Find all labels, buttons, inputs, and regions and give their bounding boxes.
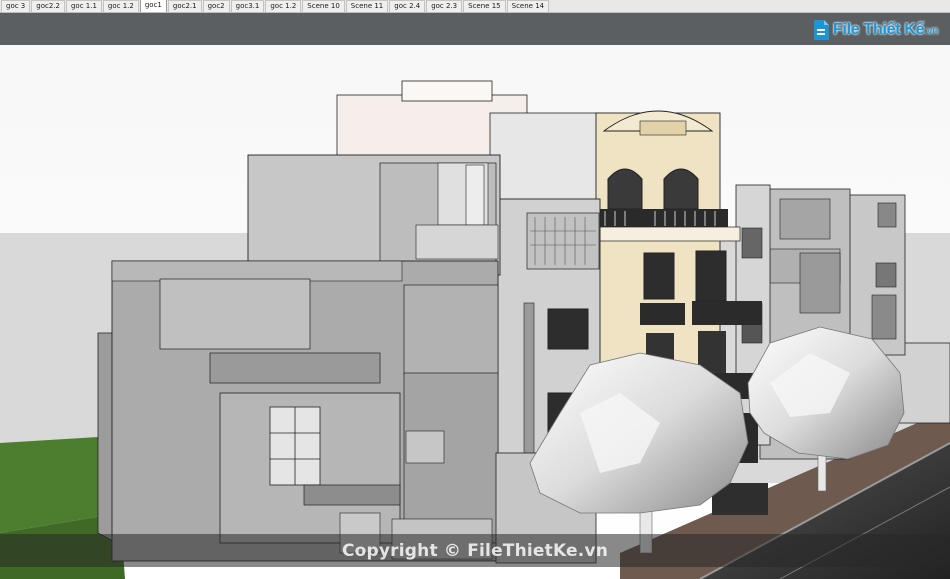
upper-left-block [247, 154, 501, 276]
file-logo-icon [814, 20, 829, 40]
scene-tab[interactable]: goc 1.1 [65, 0, 102, 12]
scene-tab[interactable]: goc3.1 [230, 0, 265, 12]
scene-tab[interactable]: goc 1.2 [265, 0, 302, 12]
site-logo: File Thiết Kế.vn [812, 17, 938, 43]
scene-tab[interactable]: goc 1.2 [102, 0, 139, 12]
scene-tab[interactable]: goc 2.3 [426, 0, 463, 12]
logo-text: File Thiết Kế.vn [833, 21, 939, 38]
scene-tab[interactable]: goc2 [202, 0, 230, 12]
scene-tab[interactable]: Scene 10 [302, 0, 345, 12]
3d-model-viewport[interactable] [0, 13, 950, 579]
scene-tab[interactable]: goc2.2 [31, 0, 65, 12]
scene-tab[interactable]: Scene 11 [345, 0, 389, 12]
scene-render[interactable] [0, 13, 950, 579]
scene-tab[interactable]: goc1 [139, 0, 167, 12]
watermark-text: Copyright © FileThietKe.vn [341, 540, 609, 561]
copyright-watermark: Copyright © FileThietKe.vn [0, 534, 950, 567]
horizon-band [0, 13, 950, 45]
scene-tab[interactable]: goc2.1 [167, 0, 202, 12]
front-building [97, 260, 499, 562]
scene-tab[interactable]: Scene 14 [506, 0, 550, 12]
scene-tab[interactable]: goc 2.4 [389, 0, 426, 12]
scene-tab[interactable]: goc 3 [1, 0, 31, 12]
scene-tabs-bar: goc 3 goc2.2 goc 1.1 goc 1.2 goc1 goc2.1 goc2 g… [0, 0, 950, 13]
scene-tab[interactable]: Scene 15 [463, 0, 506, 12]
